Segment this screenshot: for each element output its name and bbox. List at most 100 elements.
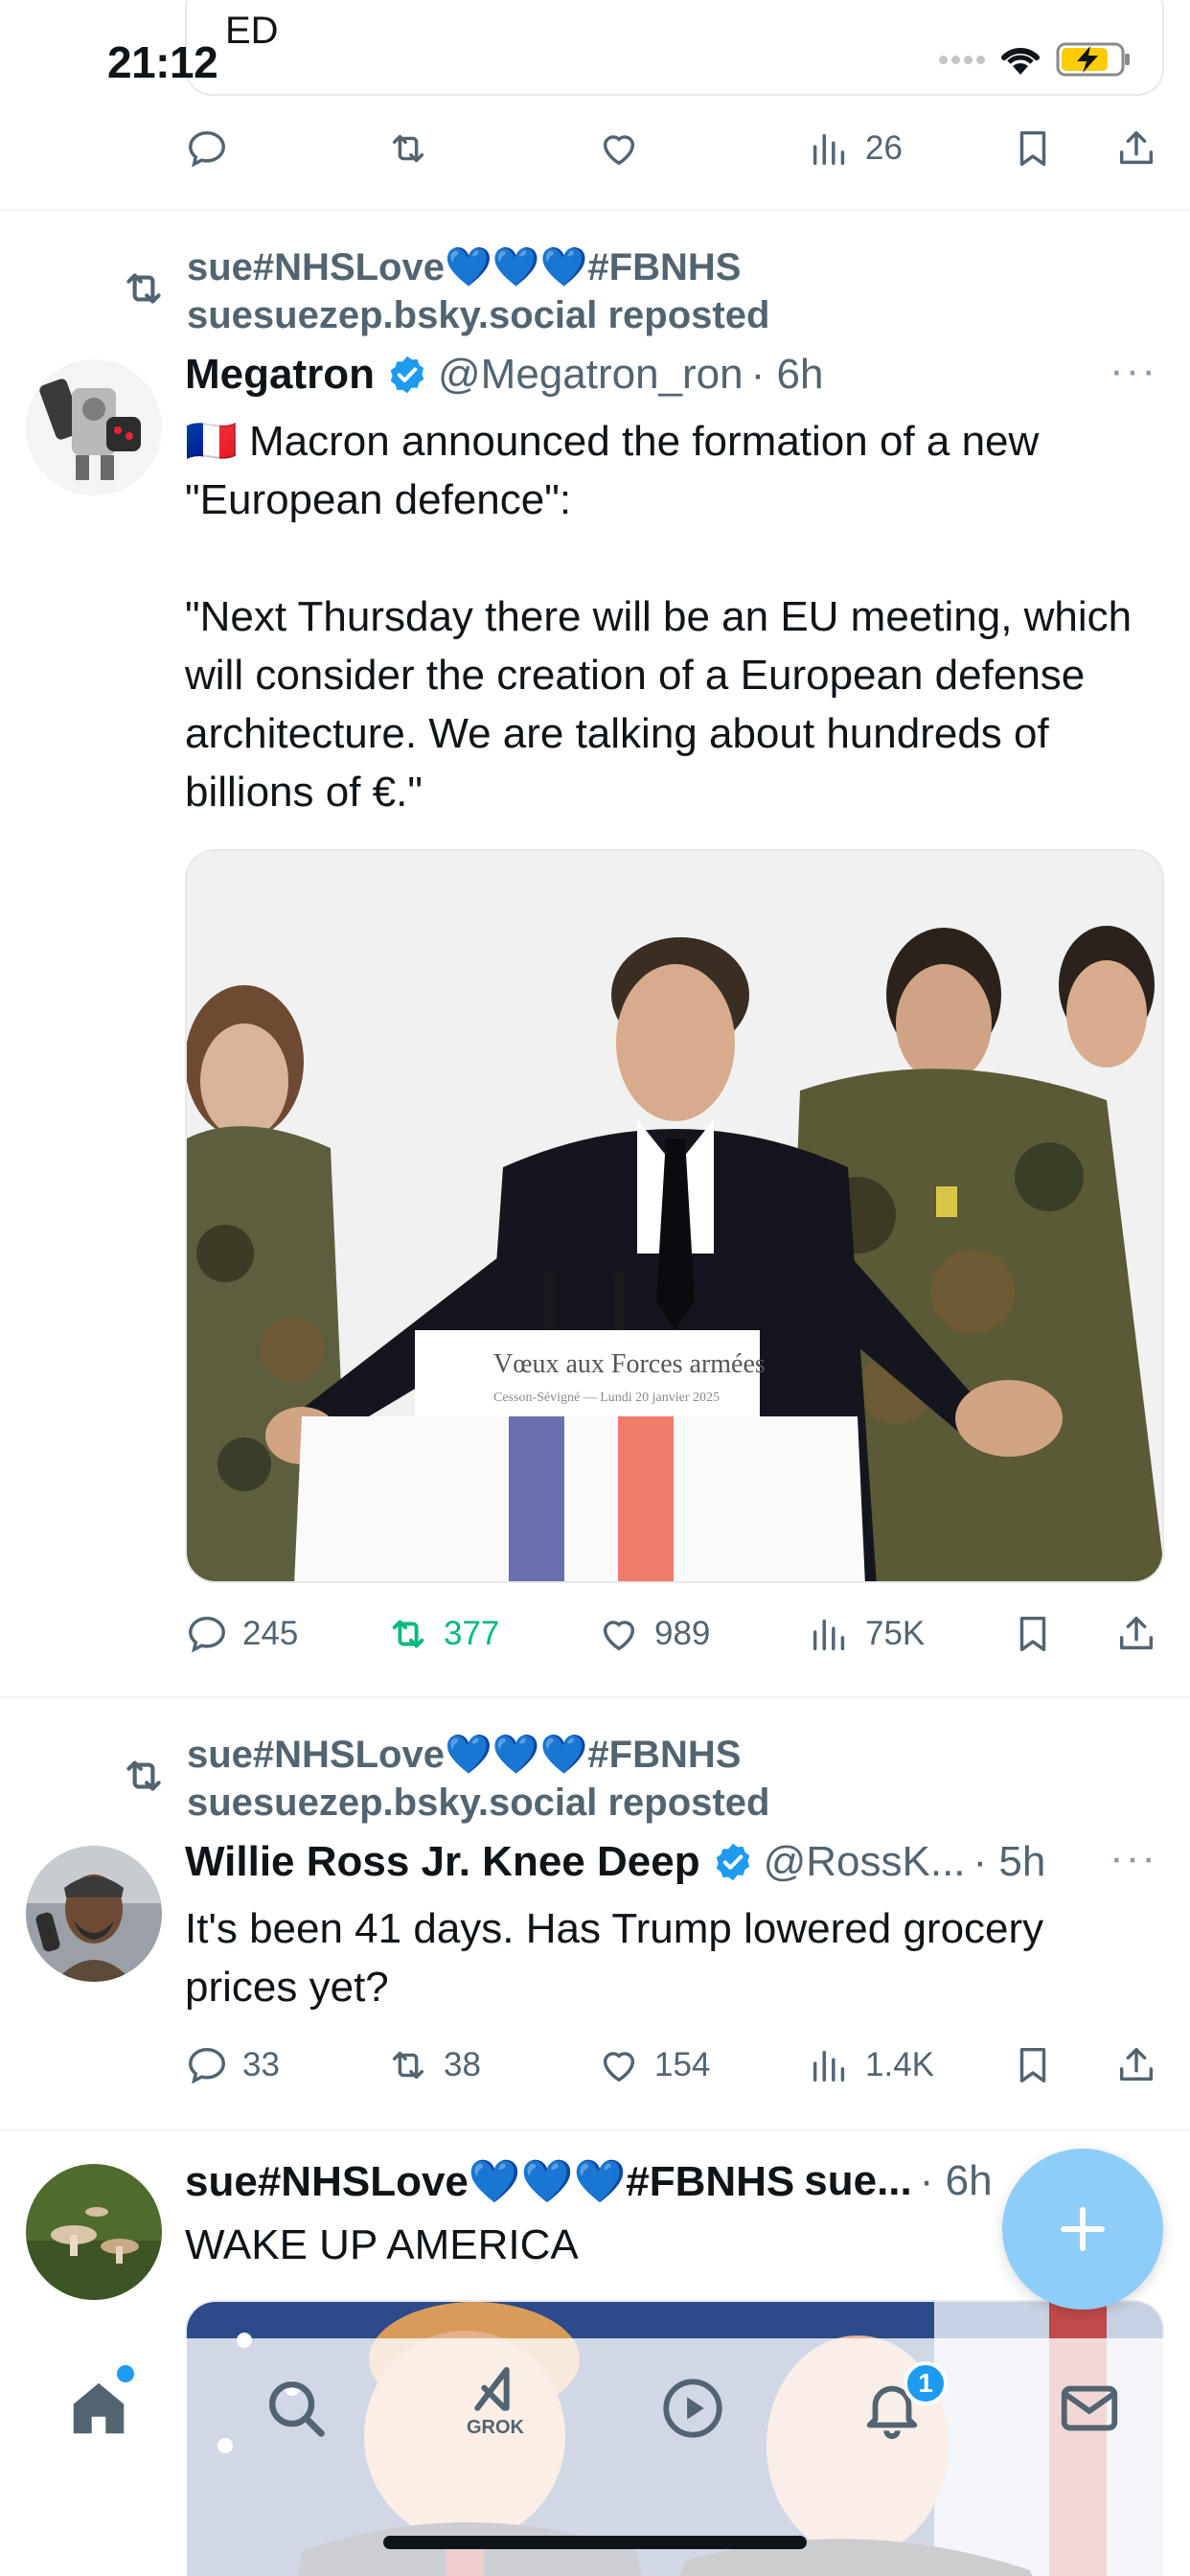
author-handle[interactable]: @Megatron_ron xyxy=(438,351,744,399)
top-tweet-actions: 26 xyxy=(185,115,1172,182)
share-icon xyxy=(1119,2047,1154,2082)
signal-icon xyxy=(939,55,985,64)
compose-button[interactable] xyxy=(1002,2149,1163,2310)
repost-icon xyxy=(392,1620,424,1648)
bookmark-button[interactable] xyxy=(1011,1612,1055,1656)
wifi-icon xyxy=(1001,47,1040,75)
avatar[interactable] xyxy=(26,1846,162,1982)
notification-badge: 1 xyxy=(904,2361,948,2405)
plus-icon xyxy=(1061,2207,1105,2251)
bookmark-icon xyxy=(1019,1616,1046,1652)
tab-video[interactable] xyxy=(650,2365,736,2451)
home-unread-dot xyxy=(117,2365,134,2382)
divider xyxy=(0,2129,1190,2131)
like-button[interactable]: 154 xyxy=(597,2043,710,2087)
more-options-button[interactable]: ··· xyxy=(1110,1834,1157,1882)
repost-header[interactable]: sue#NHSLove💙💙💙#FBNHS suesuezep.bsky.soci… xyxy=(120,1731,769,1827)
heart-icon xyxy=(603,135,635,166)
share-button[interactable] xyxy=(1114,126,1158,171)
analytics-icon xyxy=(812,133,845,166)
like-button[interactable]: 989 xyxy=(597,1612,710,1656)
status-carrier: ED xyxy=(225,10,279,52)
views-count: 26 xyxy=(865,129,903,167)
views-button[interactable]: 75K xyxy=(808,1612,925,1656)
reply-count: 245 xyxy=(242,1615,299,1652)
podium-sign-subtext: Cesson-Sévigné — Lundi 20 janvier 2025 xyxy=(493,1391,720,1405)
bookmark-button[interactable] xyxy=(1011,2043,1055,2087)
home-icon xyxy=(73,2382,125,2434)
bookmark-icon xyxy=(1019,2047,1046,2083)
repost-icon xyxy=(126,273,161,304)
author-name[interactable]: Megatron xyxy=(185,351,375,399)
repost-button[interactable] xyxy=(386,126,430,171)
author-name[interactable]: Willie Ross Jr. Knee Deep xyxy=(185,1838,700,1886)
tweet-time: · 6h xyxy=(919,2157,993,2204)
tweet-header: Willie Ross Jr. Knee Deep @RossK... · 5h xyxy=(185,1838,1045,1886)
more-options-button[interactable]: ··· xyxy=(1110,347,1157,395)
bookmark-button[interactable] xyxy=(1011,126,1055,171)
analytics-icon xyxy=(812,1619,845,1651)
podium-sign-text: Vœux aux Forces armées xyxy=(493,1349,766,1379)
reply-icon xyxy=(189,130,225,168)
repost-icon xyxy=(392,2051,424,2080)
analytics-icon xyxy=(812,2050,845,2082)
heart-icon xyxy=(603,2052,635,2082)
reply-icon xyxy=(189,2047,225,2084)
tab-grok[interactable]: GROK xyxy=(452,2358,538,2444)
repost-by: sue#NHSLove💙💙💙#FBNHS suesuezep.bsky.soci… xyxy=(187,1734,770,1824)
tweet-actions: 245 377 989 75K xyxy=(185,1600,1172,1668)
tab-messages[interactable] xyxy=(1046,2365,1133,2451)
views-count: 1.4K xyxy=(865,2046,934,2083)
repost-by: sue#NHSLove💙💙💙#FBNHS suesuezep.bsky.soci… xyxy=(187,246,770,336)
play-circle-icon xyxy=(663,2379,722,2438)
verified-badge-icon xyxy=(716,1843,749,1881)
repost-button[interactable]: 38 xyxy=(386,2043,481,2087)
status-bar: 21:12 ED xyxy=(0,0,1190,105)
share-button[interactable] xyxy=(1114,1612,1158,1656)
views-button[interactable]: 1.4K xyxy=(808,2043,934,2087)
tab-search[interactable] xyxy=(253,2365,339,2451)
avatar[interactable] xyxy=(26,2164,162,2300)
author-handle[interactable]: sue... xyxy=(804,2157,912,2205)
divider xyxy=(0,209,1190,211)
like-count: 989 xyxy=(654,1615,711,1652)
repost-button[interactable]: 377 xyxy=(386,1612,499,1656)
bookmark-icon xyxy=(1019,130,1046,167)
reply-button[interactable] xyxy=(185,126,229,171)
share-button[interactable] xyxy=(1114,2043,1158,2087)
tweet-time: · 6h xyxy=(750,351,824,398)
like-button[interactable] xyxy=(597,126,641,171)
grok-label: GROK xyxy=(467,2416,524,2438)
avatar[interactable] xyxy=(26,359,162,495)
verified-badge-icon xyxy=(390,356,424,394)
tweet-header: sue#NHSLove💙💙💙#FBNHS sue... · 6h xyxy=(185,2156,993,2206)
battery-icon xyxy=(1056,42,1130,77)
repost-count: 377 xyxy=(444,1615,500,1652)
repost-icon xyxy=(126,1760,161,1791)
author-handle[interactable]: @RossK... xyxy=(764,1838,966,1886)
divider xyxy=(0,1696,1190,1698)
views-count: 75K xyxy=(865,1615,926,1652)
like-count: 154 xyxy=(654,2046,711,2083)
author-name[interactable]: sue#NHSLove💙💙💙#FBNHS xyxy=(185,2156,794,2206)
heart-icon xyxy=(603,1621,635,1651)
search-icon xyxy=(269,2381,325,2437)
status-indicators xyxy=(939,40,1133,79)
envelope-icon xyxy=(1061,2385,1118,2431)
tweet-image[interactable]: Vœux aux Forces armées Cesson-Sévigné — … xyxy=(185,849,1164,1583)
share-icon xyxy=(1119,1616,1154,1650)
reply-button[interactable]: 245 xyxy=(185,1612,298,1656)
tweet-actions: 33 38 154 1.4K xyxy=(185,2032,1172,2099)
views-button[interactable]: 26 xyxy=(808,126,903,171)
reply-button[interactable]: 33 xyxy=(185,2043,280,2087)
repost-header[interactable]: sue#NHSLove💙💙💙#FBNHS suesuezep.bsky.soci… xyxy=(120,243,769,339)
tweet-text: 🇫🇷 Macron announced the formation of a n… xyxy=(185,418,1133,816)
tweet-text: It's been 41 days. Has Trump lowered gro… xyxy=(185,1905,1056,2011)
grok-icon xyxy=(474,2366,510,2411)
tweet-time: · 5h xyxy=(973,1838,1046,1885)
repost-count: 38 xyxy=(444,2046,481,2083)
share-icon xyxy=(1119,130,1154,165)
status-time: 21:12 xyxy=(107,37,218,87)
reply-count: 33 xyxy=(242,2046,280,2083)
tweet-header: Megatron @Megatron_ron · 6h xyxy=(185,351,823,399)
